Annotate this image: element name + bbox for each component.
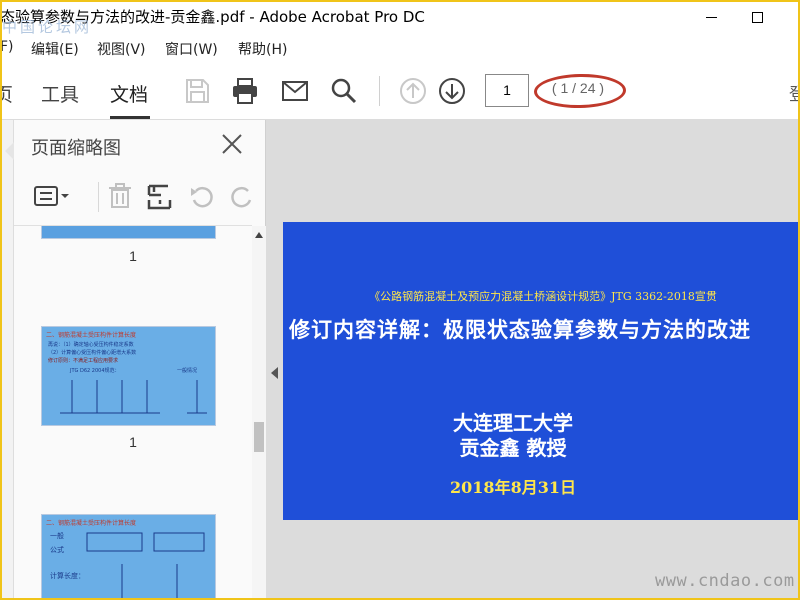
page-number-input[interactable]: 1 bbox=[485, 74, 529, 107]
options-menu-icon[interactable] bbox=[32, 182, 72, 210]
scroll-thumb[interactable] bbox=[254, 422, 264, 452]
menu-help[interactable]: 帮助(H) bbox=[238, 39, 287, 59]
previous-page-icon[interactable] bbox=[398, 76, 428, 106]
thumbnail-line: 一般情况 bbox=[177, 368, 198, 374]
rotate-left-icon[interactable] bbox=[188, 182, 216, 210]
thumbnail-diagram bbox=[60, 380, 207, 414]
thumbnail-line: JTG D62 2004规范： bbox=[70, 368, 120, 374]
thumbnail-label: 1 bbox=[129, 248, 137, 264]
thumbnail-line: （2）计算偏心受压构件偏心距增大系数 bbox=[48, 350, 137, 356]
search-icon[interactable] bbox=[329, 76, 359, 106]
collapse-panel-icon[interactable] bbox=[271, 367, 278, 379]
thumbnail-line: 公式 bbox=[50, 546, 64, 554]
thumbnail-label: 1 bbox=[129, 434, 137, 450]
thumbnail-scrollbar[interactable] bbox=[252, 226, 266, 600]
menu-edit[interactable]: 编辑(E) bbox=[31, 39, 79, 59]
delete-page-icon[interactable] bbox=[106, 182, 134, 210]
thumbnail-title: 二、钢筋混凝土受压构件计算长度 bbox=[46, 332, 137, 339]
page-thumbnail[interactable]: 二、钢筋混凝土受压构件计算长度 一般 公式 计算长度： bbox=[41, 514, 216, 600]
main-toolbar: 页 工具 文档 1 ( 1 / 24 ) 登 bbox=[0, 62, 800, 120]
site-watermark: www.cndao.com bbox=[655, 571, 795, 591]
panel-pointer bbox=[5, 142, 14, 160]
slide-date: 2018年8月31日 bbox=[450, 478, 576, 497]
tab-tools[interactable]: 工具 bbox=[41, 80, 79, 107]
thumbnail-line: 一般 bbox=[50, 532, 64, 540]
slide-main-title: 修订内容详解：极限状态验算参数与方法的改进 bbox=[289, 318, 751, 342]
page-thumbnail[interactable]: 二、钢筋混凝土受压构件计算长度 再说：（1）确定轴心受压构件稳定系数 （2）计算… bbox=[41, 326, 216, 426]
minimize-icon bbox=[705, 16, 717, 18]
panel-toolbar bbox=[14, 178, 266, 222]
page-thumbnails-panel: 页面缩略图 1 二、钢筋混凝土受压构件计算长度 再说：（1）确定轴心受压构件稳定… bbox=[14, 120, 266, 600]
pdf-page: 《公路钢筋混凝土及预应力混凝土桥涵设计规范》JTG 3362-2018宣贯 修订… bbox=[283, 222, 800, 520]
slide-author: 贡金鑫 教授 bbox=[459, 436, 567, 460]
slide-subtitle: 《公路钢筋混凝土及预应力混凝土桥涵设计规范》JTG 3362-2018宣贯 bbox=[369, 290, 717, 303]
menu-file[interactable]: F) bbox=[0, 39, 14, 55]
thumbnail-line: 修订原则：不满足工程应用要求 bbox=[48, 358, 119, 364]
page-count-label: ( 1 / 24 ) bbox=[551, 80, 605, 96]
sign-in-cut[interactable]: 登 bbox=[789, 80, 800, 105]
document-viewer[interactable]: 《公路钢筋混凝土及预应力混凝土桥涵设计规范》JTG 3362-2018宣贯 修订… bbox=[266, 120, 800, 600]
print-icon[interactable] bbox=[230, 76, 260, 106]
menu-bar: F) 编辑(E) 视图(V) 窗口(W) 帮助(H) bbox=[0, 36, 800, 62]
email-icon[interactable] bbox=[280, 76, 310, 106]
tab-document[interactable]: 文档 bbox=[110, 80, 148, 107]
thumbnail-title: 二、钢筋混凝土受压构件计算长度 bbox=[46, 520, 137, 527]
thumbnail-diagram bbox=[86, 532, 205, 600]
minimize-button[interactable] bbox=[688, 0, 734, 34]
scroll-up-icon[interactable] bbox=[255, 232, 263, 238]
maximize-button[interactable] bbox=[734, 0, 780, 34]
save-icon[interactable] bbox=[182, 76, 212, 106]
thumbnail-line: 计算长度： bbox=[50, 572, 85, 580]
navigation-strip bbox=[0, 120, 14, 600]
panel-title: 页面缩略图 bbox=[31, 138, 121, 159]
rotate-right-icon[interactable] bbox=[228, 182, 256, 210]
extract-pages-icon[interactable] bbox=[146, 182, 174, 210]
menu-window[interactable]: 窗口(W) bbox=[165, 39, 218, 59]
next-page-icon[interactable] bbox=[437, 76, 467, 106]
panel-toolbar-separator bbox=[98, 182, 99, 212]
menu-view[interactable]: 视图(V) bbox=[97, 39, 146, 59]
active-tab-indicator bbox=[110, 116, 150, 119]
title-bar: 态验算参数与方法的改进-贡金鑫.pdf - Adobe Acrobat Pro … bbox=[0, 0, 800, 36]
tab-home-cut[interactable]: 页 bbox=[0, 80, 13, 107]
page-thumbnail[interactable] bbox=[41, 226, 216, 239]
thumbnail-line: 再说：（1）确定轴心受压构件稳定系数 bbox=[48, 342, 134, 348]
toolbar-separator bbox=[379, 76, 380, 106]
thumbnail-list: 1 二、钢筋混凝土受压构件计算长度 再说：（1）确定轴心受压构件稳定系数 （2）… bbox=[14, 226, 252, 600]
close-icon[interactable] bbox=[220, 132, 244, 156]
maximize-icon bbox=[751, 11, 763, 23]
forum-watermark: 中国论坛网 bbox=[2, 18, 93, 36]
